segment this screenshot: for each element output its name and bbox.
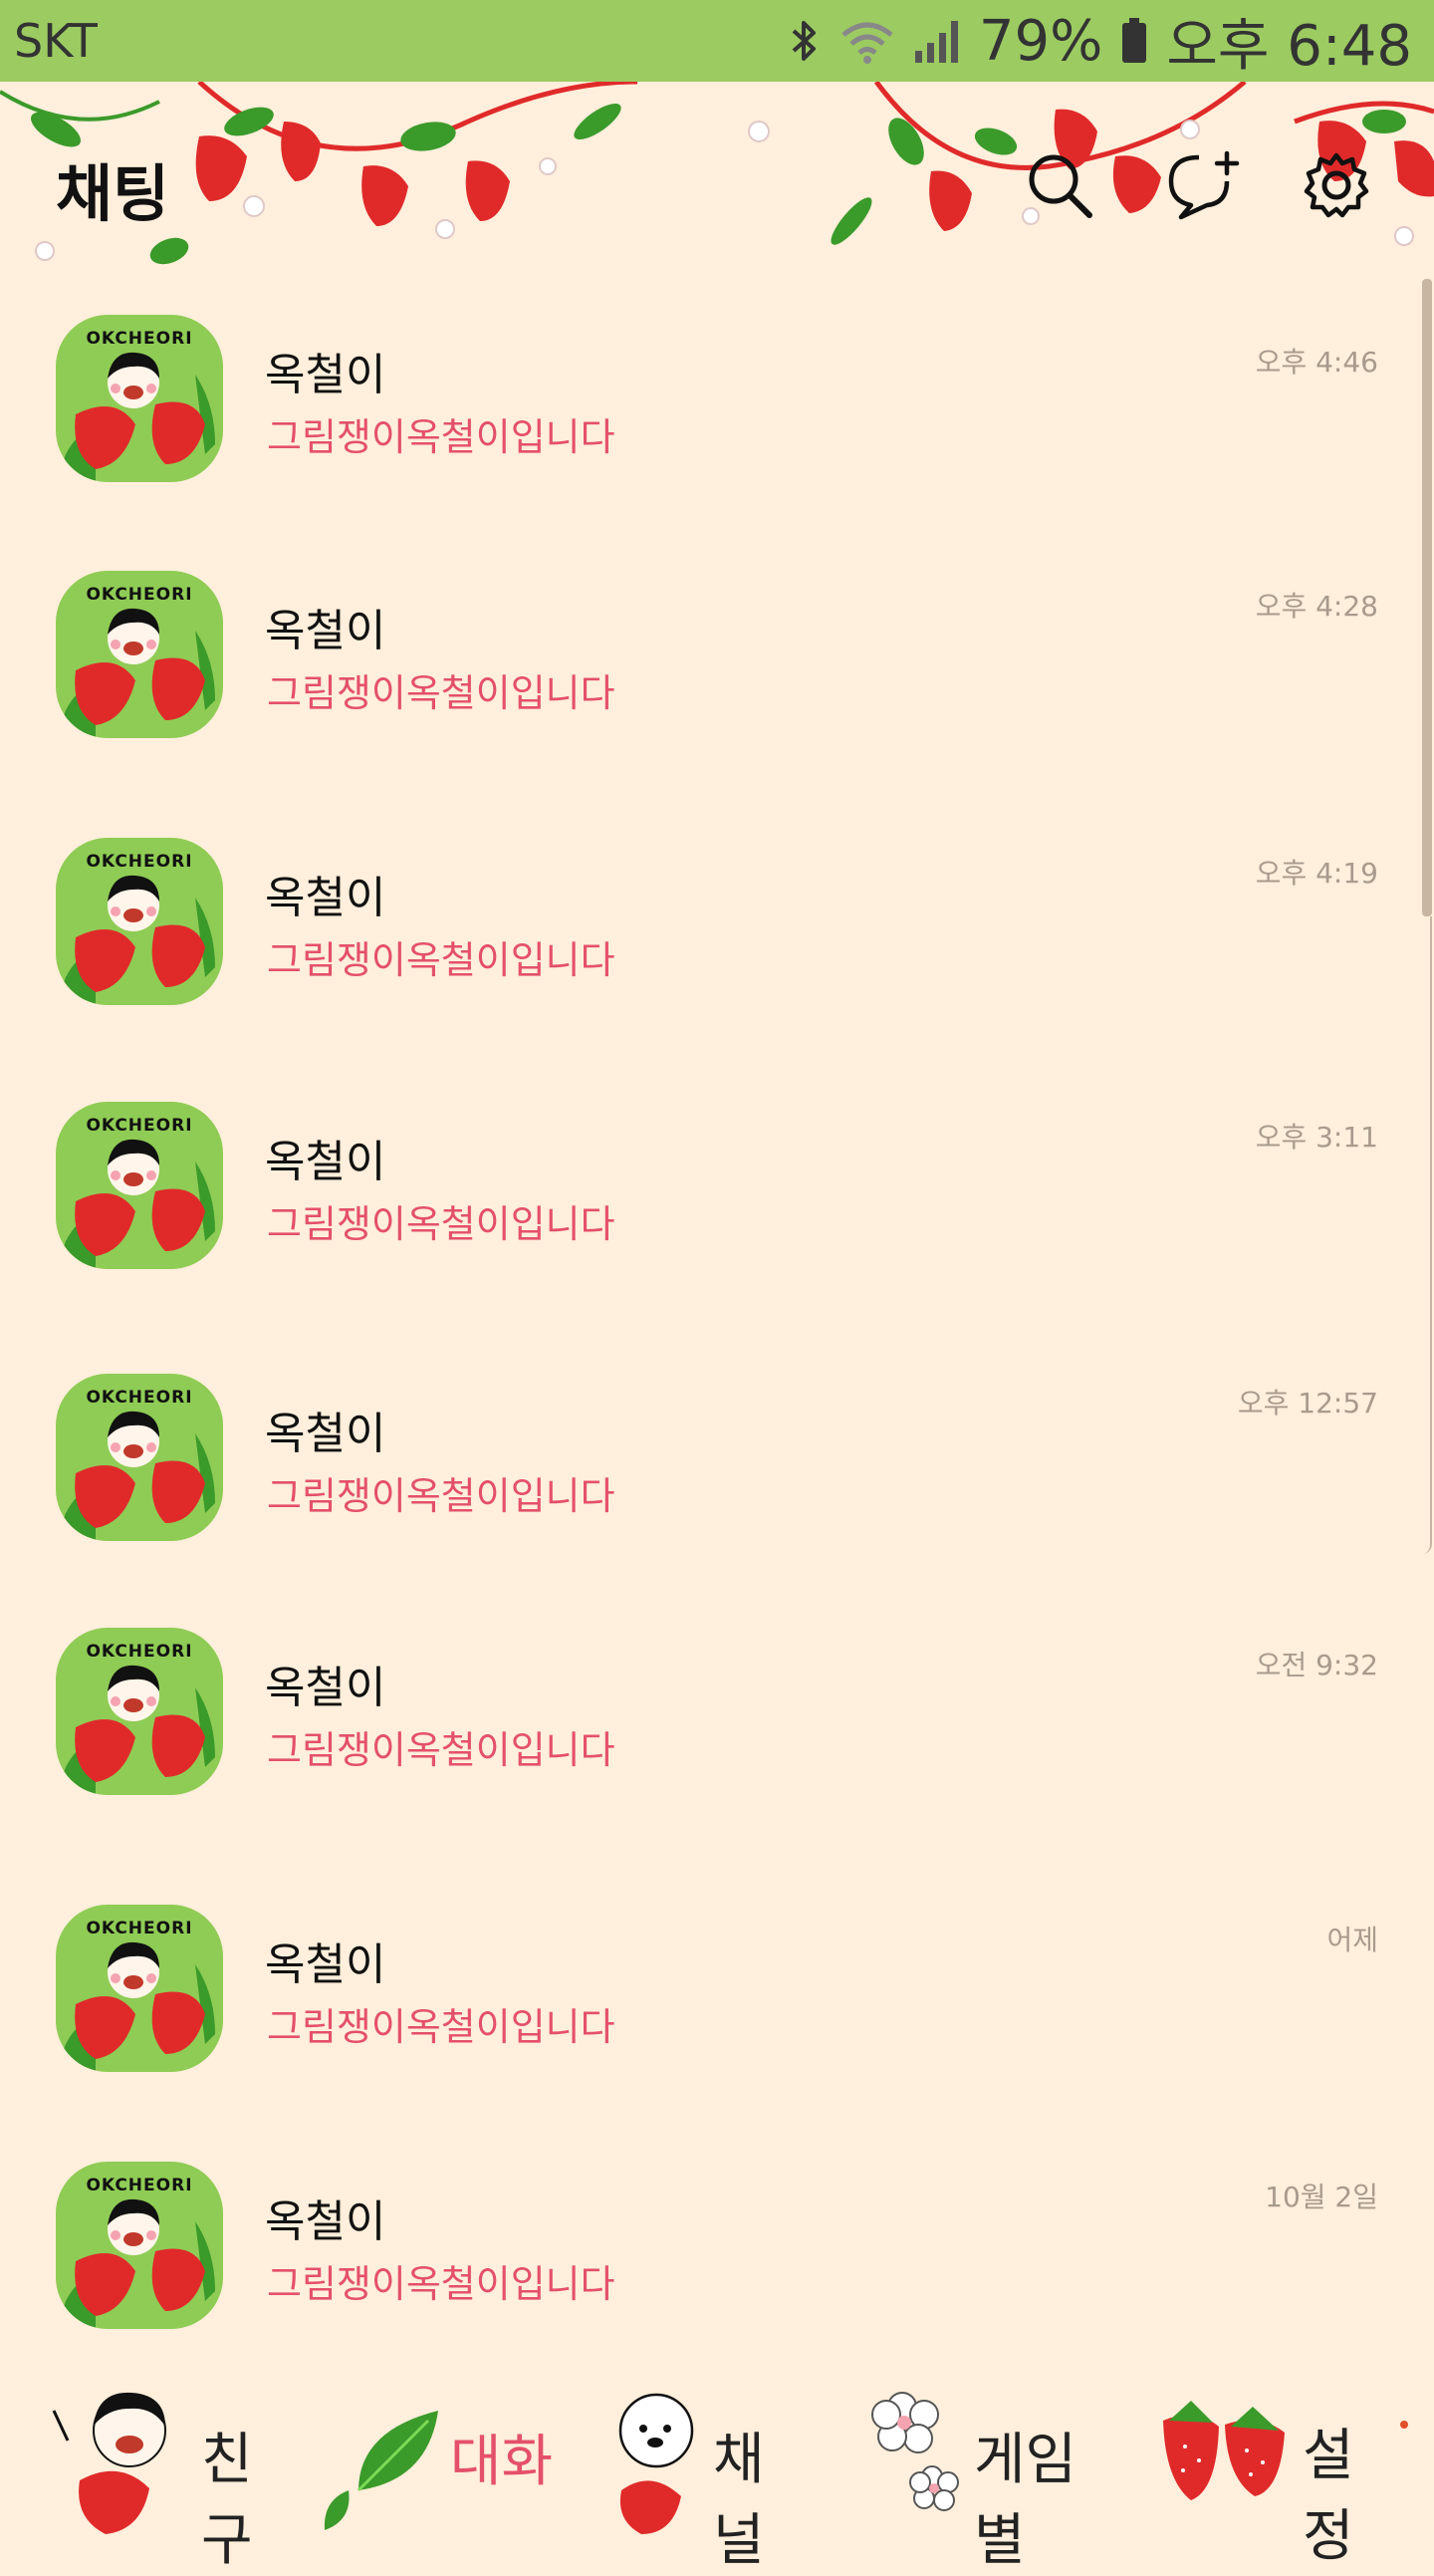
chat-row[interactable]: OKCHEORI 옥철이 그림쟁이옥철이입니다 어제	[0, 1889, 1414, 2088]
tab-label: 채널	[713, 2428, 765, 2573]
chat-row[interactable]: OKCHEORI 옥철이 그림쟁이옥철이입니다 오후 12:57	[0, 1358, 1414, 1557]
leaf-icon	[324, 2411, 438, 2530]
scrollbar[interactable]	[1422, 279, 1432, 1554]
bottom-tab-bar: 친구 대화 채널 게임별 설정	[0, 2361, 1434, 2573]
battery-icon	[1120, 18, 1148, 64]
chat-row[interactable]: OKCHEORI 옥철이 그림쟁이옥철이입니다 오전 9:32	[0, 1612, 1414, 1811]
search-icon	[1029, 154, 1092, 218]
bluetooth-icon	[788, 17, 822, 65]
chat-time: 오후 4:19	[1255, 857, 1378, 890]
chat-row[interactable]: OKCHEORI 옥철이 그림쟁이옥철이입니다 오후 4:28	[0, 555, 1414, 754]
chat-row[interactable]: OKCHEORI 옥철이 그림쟁이옥철이입니다 오후 4:46	[0, 299, 1414, 498]
avatar: OKCHEORI	[56, 1374, 223, 1541]
chat-message: 그림쟁이옥철이입니다	[267, 415, 615, 459]
avatar: OKCHEORI	[56, 838, 223, 1005]
clock: 오후 6:48	[1166, 13, 1412, 79]
chat-name: 옥철이	[265, 1663, 386, 1713]
chat-message: 그림쟁이옥철이입니다	[267, 1202, 615, 1246]
status-bar: SKT 79% 오후 6:48	[0, 0, 1434, 82]
avatar: OKCHEORI	[56, 2162, 223, 2329]
chat-name: 옥철이	[265, 1137, 386, 1187]
gear-icon	[1304, 152, 1369, 218]
carrier-label: SKT	[14, 14, 98, 68]
chat-name: 옥철이	[265, 606, 386, 656]
status-right: 79% 오후 6:48	[788, 8, 1412, 79]
chat-name: 옥철이	[265, 873, 386, 923]
tab-settings[interactable]: 설정	[1155, 2361, 1394, 2569]
chat-time: 오후 4:28	[1255, 590, 1378, 623]
notification-dot	[1400, 2421, 1408, 2429]
avatar: OKCHEORI	[56, 315, 223, 482]
page-title: 채팅	[56, 157, 170, 230]
new-chat-icon	[1168, 150, 1240, 220]
battery-percent: 79%	[978, 8, 1103, 74]
chat-time: 오전 9:32	[1255, 1649, 1378, 1681]
character-illustration	[56, 1411, 215, 1541]
flower-icon	[871, 2392, 959, 2511]
chat-message: 그림쟁이옥철이입니다	[267, 1474, 615, 1518]
chat-row[interactable]: OKCHEORI 옥철이 그림쟁이옥철이입니다 오후 4:19	[0, 822, 1414, 1021]
app-header: 채팅	[0, 82, 1434, 279]
wifi-icon	[839, 17, 895, 65]
chat-row[interactable]: OKCHEORI 옥철이 그림쟁이옥철이입니다 오후 3:11	[0, 1086, 1414, 1285]
friends-character-icon	[52, 2392, 166, 2534]
avatar: OKCHEORI	[56, 1102, 223, 1269]
signal-icon	[913, 17, 961, 65]
tab-label: 대화	[450, 2430, 554, 2494]
chat-time: 10월 2일	[1265, 2181, 1378, 2213]
character-illustration	[56, 352, 215, 482]
chat-message: 그림쟁이옥철이입니다	[267, 1728, 615, 1772]
chat-message: 그림쟁이옥철이입니다	[267, 2262, 615, 2306]
settings-button[interactable]	[1297, 145, 1376, 225]
tab-label: 설정	[1303, 2424, 1354, 2569]
character-illustration	[56, 608, 215, 738]
tab-label: 게임별	[974, 2428, 1077, 2573]
avatar: OKCHEORI	[56, 1905, 223, 2072]
strawberry-icon	[1163, 2401, 1285, 2500]
chat-name: 옥철이	[265, 2196, 386, 2247]
puppy-icon	[618, 2393, 694, 2534]
chat-message: 그림쟁이옥철이입니다	[267, 2005, 615, 2049]
character-illustration	[56, 1941, 215, 2072]
chat-name: 옥철이	[265, 1409, 386, 1459]
chat-message: 그림쟁이옥철이입니다	[267, 671, 615, 715]
scrollbar-thumb[interactable]	[1422, 279, 1432, 916]
character-illustration	[56, 1139, 215, 1269]
tab-channel[interactable]: 채널	[601, 2361, 801, 2573]
character-illustration	[56, 1665, 215, 1795]
chat-time: 어제	[1326, 1924, 1378, 1956]
tab-friends[interactable]: 친구	[50, 2361, 279, 2573]
scrollbar-track	[1422, 916, 1432, 1554]
new-chat-button[interactable]	[1165, 145, 1245, 225]
character-illustration	[56, 875, 215, 1005]
tab-games[interactable]: 게임별	[862, 2361, 1101, 2573]
character-illustration	[56, 2198, 215, 2329]
chat-time: 오후 3:11	[1255, 1121, 1378, 1154]
chat-row[interactable]: OKCHEORI 옥철이 그림쟁이옥철이입니다 10월 2일	[0, 2146, 1414, 2345]
tab-label: 친구	[201, 2428, 253, 2573]
chat-message: 그림쟁이옥철이입니다	[267, 938, 615, 982]
chat-time: 오후 4:46	[1255, 346, 1378, 379]
search-button[interactable]	[1020, 145, 1099, 225]
avatar: OKCHEORI	[56, 571, 223, 738]
tab-chats[interactable]: 대화	[319, 2361, 568, 2550]
avatar: OKCHEORI	[56, 1628, 223, 1795]
chat-time: 오후 12:57	[1237, 1387, 1378, 1419]
chat-name: 옥철이	[265, 1939, 386, 1990]
chat-name: 옥철이	[265, 350, 386, 400]
